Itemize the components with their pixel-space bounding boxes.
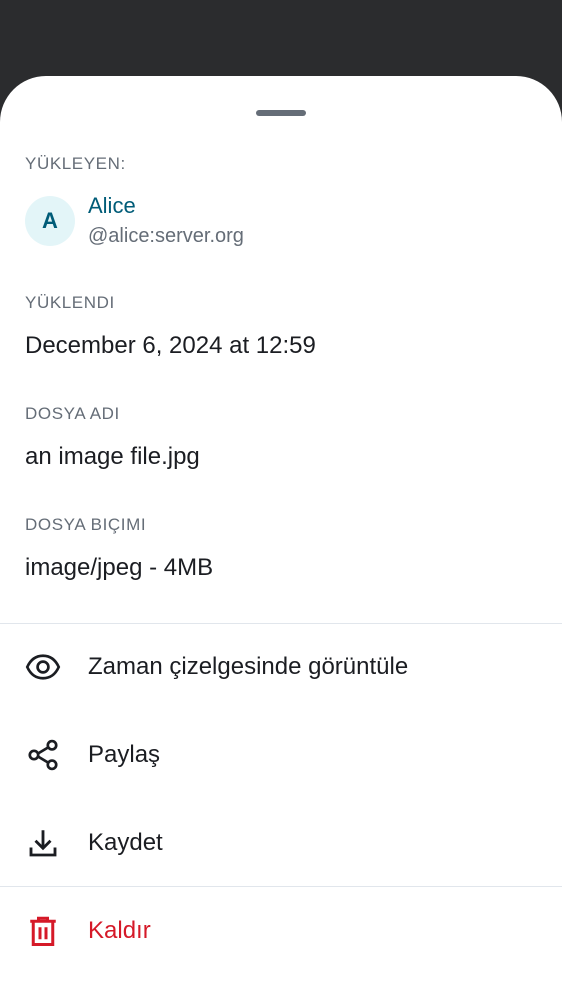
share-icon	[25, 737, 61, 773]
trash-icon	[25, 913, 61, 949]
view-in-timeline-button[interactable]: Zaman çizelgesinde görüntüle	[0, 624, 562, 710]
uploaded-date: December 6, 2024 at 12:59	[25, 332, 316, 359]
media-details-bottom-sheet: YÜKLEYEN: A Alice @alice:server.org YÜKL…	[0, 76, 562, 1000]
avatar-initial: A	[42, 208, 58, 233]
file-name-label: DOSYA ADI	[25, 404, 120, 423]
view-in-timeline-label: Zaman çizelgesinde görüntüle	[88, 653, 409, 680]
download-icon	[25, 825, 61, 861]
share-label: Paylaş	[88, 741, 161, 768]
divider	[0, 886, 562, 887]
file-name-value: an image file.jpg	[25, 443, 200, 470]
file-format-label: DOSYA BIÇIMI	[25, 515, 147, 534]
uploaded-label: YÜKLENDI	[25, 293, 115, 312]
remove-label: Kaldır	[88, 917, 151, 944]
uploader-user-id: @alice:server.org	[88, 225, 244, 247]
status-bar-area	[0, 0, 562, 76]
file-format-value: image/jpeg - 4MB	[25, 554, 214, 581]
share-button[interactable]: Paylaş	[0, 712, 562, 798]
avatar[interactable]: A	[25, 196, 75, 246]
drag-handle[interactable]	[256, 110, 306, 116]
save-button[interactable]: Kaydet	[0, 800, 562, 886]
uploader-label: YÜKLEYEN:	[25, 154, 126, 173]
remove-button[interactable]: Kaldır	[0, 888, 562, 974]
eye-icon	[25, 649, 61, 685]
uploader-name: Alice	[88, 193, 136, 218]
save-label: Kaydet	[88, 829, 163, 856]
